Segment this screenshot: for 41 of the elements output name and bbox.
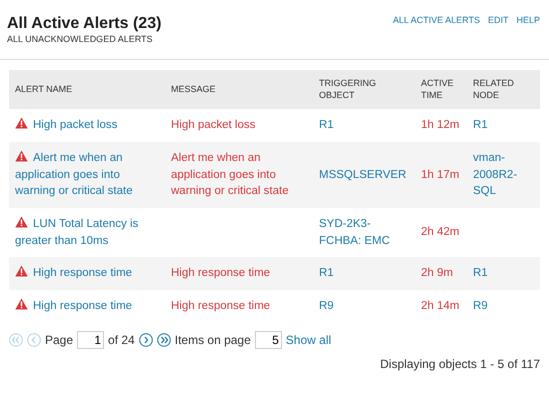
active-time-text: 2h 9m [421,266,454,282]
related-node-link[interactable]: R1 [473,117,534,134]
active-time-text: 1h 17m [421,168,460,183]
header-link[interactable]: ALL ACTIVE ALERTS [392,14,480,28]
column-header: MESSAGE [165,70,313,110]
last-page-button[interactable] [156,332,171,347]
display-status: Displaying objects 1 - 5 of 117 [379,356,541,373]
triggering-object-link[interactable]: SYD-2K3-FCHBA: EMC [319,216,409,250]
warning-icon [15,216,28,228]
items-per-page-label: Items on page [174,332,251,349]
column-header: TRIGGERING OBJECT [313,70,415,110]
header-link[interactable]: EDIT [488,14,508,28]
message-text: High packet loss [171,118,256,134]
message-text: High response time [171,299,272,314]
active-time-text: 2h 42m [421,225,460,240]
panel-subtitle: ALL UNACKNOWLEDGED ALERTS [7,33,154,46]
triggering-object-link[interactable]: R9 [319,298,409,315]
alert-name-link[interactable]: High packet loss [15,117,159,134]
triggering-object-link[interactable]: R1 [319,117,409,134]
page-input[interactable]: 1 [77,330,104,349]
warning-icon [15,150,28,162]
active-time-text: 1h 12m [421,118,460,134]
column-header: ACTIVE TIME [415,70,467,110]
related-node-link[interactable]: R9 [473,298,534,315]
message-text: Alert me when an application goes into warning or critical state [171,151,290,200]
message-text: High response time [171,266,272,282]
active-time-text: 2h 14m [421,299,460,314]
warning-icon [15,117,28,130]
page-label: Page [45,332,74,349]
page-count: of 24 [108,332,135,349]
column-header: RELATED NODE [467,70,540,110]
warning-icon [15,298,28,310]
column-header: ALERT NAME [9,70,165,110]
alert-name-link[interactable]: High response time [15,298,159,315]
next-page-button[interactable] [138,332,153,347]
warning-icon [15,265,28,278]
alert-name-link[interactable]: LUN Total Latency is greater than 10ms [15,216,159,250]
panel-title: All Active Alerts (23) [7,14,162,34]
items-per-page-input[interactable]: 5 [254,330,282,349]
show-all-link[interactable]: Show all [286,330,332,349]
header-link[interactable]: HELP [516,14,540,28]
